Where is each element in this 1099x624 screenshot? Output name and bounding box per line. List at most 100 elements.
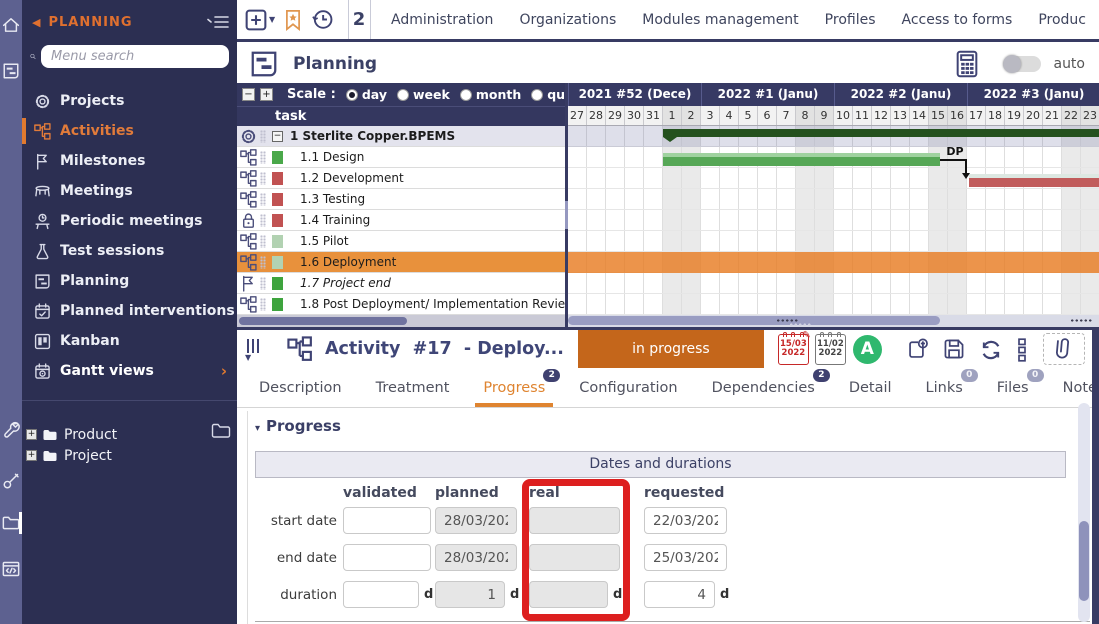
drag-handle[interactable] — [260, 298, 266, 311]
task-row-1-8-post-deployment-implementation-review[interactable]: 1.8 Post Deployment/ Implementation Revi… — [237, 294, 565, 315]
sidebar-item-test-sessions[interactable]: Test sessions — [22, 236, 237, 266]
wrench-icon[interactable] — [2, 420, 20, 438]
sidebar-item-periodic-meetings[interactable]: Periodic meetings — [22, 206, 237, 236]
task-row-1-5-pilot[interactable]: 1.5 Pilot — [237, 231, 565, 252]
task-pane-hscrollbar[interactable] — [237, 315, 565, 327]
add-time-icon[interactable] — [907, 338, 929, 360]
menu-item-access-to-forms[interactable]: Access to forms — [889, 12, 1026, 28]
sidebar-item-gantt-views[interactable]: Gantt views› — [22, 356, 237, 386]
sidebar-item-planning[interactable]: Planning — [22, 266, 237, 296]
menu-item-modules-management[interactable]: Modules management — [629, 12, 811, 28]
add-button[interactable]: ▼ — [245, 9, 275, 31]
calendar-date-icon[interactable]: 11/022022 — [815, 334, 846, 365]
expand-plus-icon[interactable]: + — [26, 450, 37, 461]
task-row-1-6-deployment[interactable]: 1.6 Deployment — [237, 252, 565, 273]
tab-description[interactable]: Description — [259, 368, 342, 407]
tab-files[interactable]: Files0 — [997, 368, 1029, 407]
task-row-1-3-testing[interactable]: 1.3 Testing — [237, 189, 565, 210]
tab-links[interactable]: Links0 — [926, 368, 963, 407]
scale-option-month[interactable]: month — [460, 87, 521, 102]
task-row-1-7-project-end[interactable]: 1.7 Project end — [237, 273, 565, 294]
save-icon[interactable] — [943, 338, 965, 360]
start-date-validated-input[interactable] — [343, 507, 431, 534]
drag-handle[interactable] — [260, 214, 266, 227]
duration-validated-input[interactable] — [343, 581, 419, 608]
home-icon[interactable] — [2, 16, 20, 34]
sidebar-item-milestones[interactable]: Milestones — [22, 146, 237, 176]
gantt-chart[interactable]: DP — [568, 126, 1099, 315]
tab-dependencies[interactable]: Dependencies2 — [712, 368, 815, 407]
drag-handle[interactable] — [260, 130, 266, 143]
tab-configuration[interactable]: Configuration — [579, 368, 677, 407]
end-date-planned-input — [435, 544, 517, 571]
expand-plus-icon[interactable]: + — [26, 429, 37, 440]
menu-search — [30, 44, 229, 68]
scrollbar-grip[interactable] — [1070, 319, 1092, 322]
drag-handle[interactable] — [260, 151, 266, 164]
end-date-requested-input[interactable] — [644, 544, 727, 571]
menu-item-produc[interactable]: Produc — [1025, 12, 1099, 28]
gantt-task-bar[interactable] — [969, 174, 1099, 187]
end-date-validated-input[interactable] — [343, 544, 431, 571]
folder-icon[interactable] — [2, 514, 20, 532]
duration-requested-input[interactable] — [644, 581, 715, 608]
sidebar-item-planned-interventions[interactable]: Planned interventions — [22, 296, 237, 326]
avatar[interactable]: A — [853, 335, 882, 364]
collapse-all-button[interactable]: − — [242, 88, 255, 101]
tree-item-product[interactable]: +Product — [26, 424, 233, 445]
sidebar-item-projects[interactable]: Projects — [22, 86, 237, 116]
back-triangle-icon[interactable]: ◀ — [32, 16, 40, 29]
bookmark-star-icon[interactable] — [283, 9, 303, 31]
scrollbar-grip[interactable] — [776, 319, 798, 322]
drag-handle[interactable] — [260, 172, 266, 185]
gantt-task-bar[interactable] — [663, 153, 940, 166]
paperclip-icon — [1047, 332, 1081, 366]
detail-vscrollbar[interactable] — [1078, 403, 1090, 622]
scale-option-day[interactable]: day — [346, 87, 387, 102]
tools-icon[interactable] — [2, 472, 20, 490]
kebab-menu-icon[interactable] — [1015, 338, 1029, 360]
task-row-1-2-development[interactable]: 1.2 Development — [237, 168, 565, 189]
attachment-dropzone[interactable] — [1043, 333, 1085, 365]
calculator-icon[interactable] — [953, 50, 981, 78]
chart-hscrollbar[interactable] — [568, 315, 1099, 327]
scrollbar-thumb[interactable] — [568, 316, 940, 325]
scrollbar-thumb[interactable] — [1079, 521, 1089, 601]
drag-handle[interactable] — [260, 235, 266, 248]
drag-handle[interactable] — [260, 193, 266, 206]
task-row-1-sterlite-copper-bpems[interactable]: −1 Sterlite Copper.BPEMS — [237, 126, 565, 147]
refresh-icon[interactable] — [979, 338, 1001, 360]
tab-progress[interactable]: Progress2 — [483, 368, 545, 407]
search-input[interactable] — [41, 45, 229, 68]
tab-detail[interactable]: Detail — [849, 368, 892, 407]
scrollbar-thumb[interactable] — [239, 317, 407, 325]
drag-handle[interactable] — [260, 277, 266, 290]
planning-icon[interactable] — [2, 62, 20, 80]
tab-treatment[interactable]: Treatment — [376, 368, 450, 407]
drag-columns-icon[interactable]: ▼ — [245, 337, 263, 362]
sidebar-item-kanban[interactable]: Kanban — [22, 326, 237, 356]
notification-count[interactable]: 2 — [349, 9, 370, 30]
folder-outline-icon[interactable] — [211, 422, 231, 439]
panel-resize-grip[interactable] — [789, 323, 811, 326]
menu-item-administration[interactable]: Administration — [378, 12, 506, 28]
calendar-date-icon[interactable]: 15/032022✎ — [778, 334, 809, 365]
scale-option-week[interactable]: week — [397, 87, 450, 102]
task-row-1-1-design[interactable]: 1.1 Design — [237, 147, 565, 168]
start-date-requested-input[interactable] — [644, 507, 727, 534]
expand-all-button[interactable]: + — [260, 88, 273, 101]
drag-handle[interactable] — [260, 256, 266, 269]
sidebar-item-meetings[interactable]: Meetings — [22, 176, 237, 206]
menu-item-organizations[interactable]: Organizations — [506, 12, 629, 28]
collapse-box[interactable]: − — [272, 131, 283, 142]
tree-item-project[interactable]: +Project — [26, 445, 233, 466]
history-icon[interactable] — [311, 8, 334, 31]
code-icon[interactable] — [2, 560, 20, 578]
collapse-menu-icon[interactable] — [207, 14, 229, 30]
auto-toggle[interactable] — [1003, 56, 1041, 72]
task-row-1-4-training[interactable]: 1.4 Training — [237, 210, 565, 231]
menu-item-profiles[interactable]: Profiles — [812, 12, 889, 28]
progress-section-header[interactable]: ▾Progress — [255, 417, 341, 435]
day-header-cell: 18 — [986, 106, 1005, 125]
sidebar-item-activities[interactable]: Activities — [22, 116, 237, 146]
